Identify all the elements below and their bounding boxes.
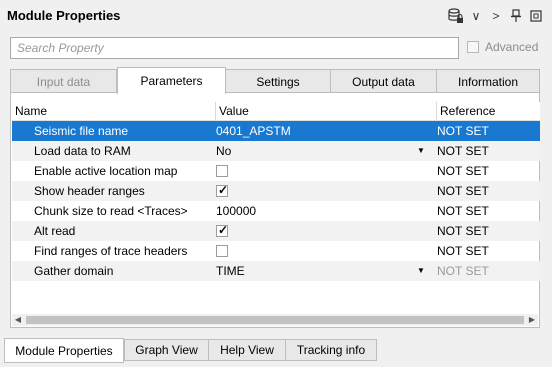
advanced-toggle[interactable]: Advanced <box>467 40 538 54</box>
tab-graph-view[interactable]: Graph View <box>124 339 209 361</box>
checkmark-icon: ✓ <box>218 183 229 197</box>
search-input[interactable] <box>11 38 458 58</box>
row-reference: NOT SET <box>437 124 489 138</box>
scroll-right-icon[interactable]: ▶ <box>526 314 538 326</box>
grid-row-enable-active-location-map[interactable]: Enable active location map NOT SET <box>12 161 540 181</box>
row-reference: NOT SET <box>437 184 489 198</box>
grid-row-load-data-to-ram[interactable]: Load data to RAM No ▼ NOT SET <box>12 141 540 161</box>
parameters-panel: Name Value Reference Seismic file name 0… <box>10 92 540 328</box>
tab-module-properties[interactable]: Module Properties <box>4 338 124 363</box>
tab-information[interactable]: Information <box>436 69 540 93</box>
window-title: Module Properties <box>7 8 121 23</box>
row-value-select[interactable]: No <box>216 141 231 161</box>
grid-row-gather-domain[interactable]: Gather domain TIME ▼ NOT SET <box>12 261 540 281</box>
row-name: Seismic file name <box>34 124 129 138</box>
advanced-checkbox[interactable] <box>467 41 479 53</box>
title-bar-icons: ∨ > <box>446 6 546 26</box>
row-reference: NOT SET <box>437 224 489 238</box>
tab-parameters[interactable]: Parameters <box>117 67 226 94</box>
column-header-reference[interactable]: Reference <box>436 102 540 120</box>
grid-header: Name Value Reference <box>12 102 540 121</box>
pin-icon[interactable] <box>506 6 526 26</box>
row-value[interactable]: 0401_APSTM <box>216 121 291 141</box>
row-reference: NOT SET <box>437 264 489 278</box>
restore-icon[interactable] <box>526 6 546 26</box>
title-bar: Module Properties ∨ > <box>0 0 552 32</box>
row-checkbox[interactable] <box>216 165 228 177</box>
row-name: Find ranges of trace headers <box>34 244 188 258</box>
tab-help-view[interactable]: Help View <box>208 339 286 361</box>
grid-row-seismic-file-name[interactable]: Seismic file name 0401_APSTM NOT SET <box>12 121 540 141</box>
search-box <box>10 37 459 59</box>
database-lock-icon[interactable] <box>446 6 466 26</box>
row-reference: NOT SET <box>437 164 489 178</box>
checkmark-icon: ✓ <box>218 223 229 237</box>
row-name: Enable active location map <box>34 164 178 178</box>
row-value-select[interactable]: TIME <box>216 261 245 281</box>
column-header-value[interactable]: Value <box>215 102 436 120</box>
scrollbar-thumb[interactable] <box>26 316 524 324</box>
tab-output-data[interactable]: Output data <box>330 69 437 93</box>
row-name: Chunk size to read <Traces> <box>34 204 188 218</box>
row-checkbox[interactable]: ✓ <box>216 223 229 237</box>
properties-tabs: Input data Parameters Settings Output da… <box>10 67 540 94</box>
row-name: Show header ranges <box>34 184 145 198</box>
column-header-name[interactable]: Name <box>12 102 215 120</box>
horizontal-scrollbar[interactable]: ◀ ▶ <box>12 314 538 326</box>
bottom-tabs: Module Properties Graph View Help View T… <box>4 338 552 363</box>
row-checkbox[interactable]: ✓ <box>216 183 229 197</box>
chevron-down-icon[interactable]: ∨ <box>466 6 486 26</box>
grid-row-chunk-size[interactable]: Chunk size to read <Traces> 100000 NOT S… <box>12 201 540 221</box>
tab-settings[interactable]: Settings <box>225 69 331 93</box>
row-reference: NOT SET <box>437 244 489 258</box>
row-reference: NOT SET <box>437 144 489 158</box>
tab-tracking-info[interactable]: Tracking info <box>285 339 377 361</box>
row-name: Alt read <box>34 224 76 238</box>
advanced-label: Advanced <box>485 40 539 54</box>
grid-row-alt-read[interactable]: Alt read ✓ NOT SET <box>12 221 540 241</box>
row-name: Load data to RAM <box>34 144 131 158</box>
tab-input-data[interactable]: Input data <box>10 69 117 93</box>
dropdown-arrow-icon[interactable]: ▼ <box>417 141 425 161</box>
row-checkbox[interactable] <box>216 245 228 257</box>
row-value[interactable]: 100000 <box>216 201 256 221</box>
row-reference: NOT SET <box>437 204 489 218</box>
row-name: Gather domain <box>34 264 114 278</box>
dropdown-arrow-icon[interactable]: ▼ <box>417 261 425 281</box>
chevron-right-icon[interactable]: > <box>486 6 506 26</box>
grid-row-show-header-ranges[interactable]: Show header ranges ✓ NOT SET <box>12 181 540 201</box>
grid-row-find-ranges[interactable]: Find ranges of trace headers NOT SET <box>12 241 540 261</box>
scroll-left-icon[interactable]: ◀ <box>12 314 24 326</box>
